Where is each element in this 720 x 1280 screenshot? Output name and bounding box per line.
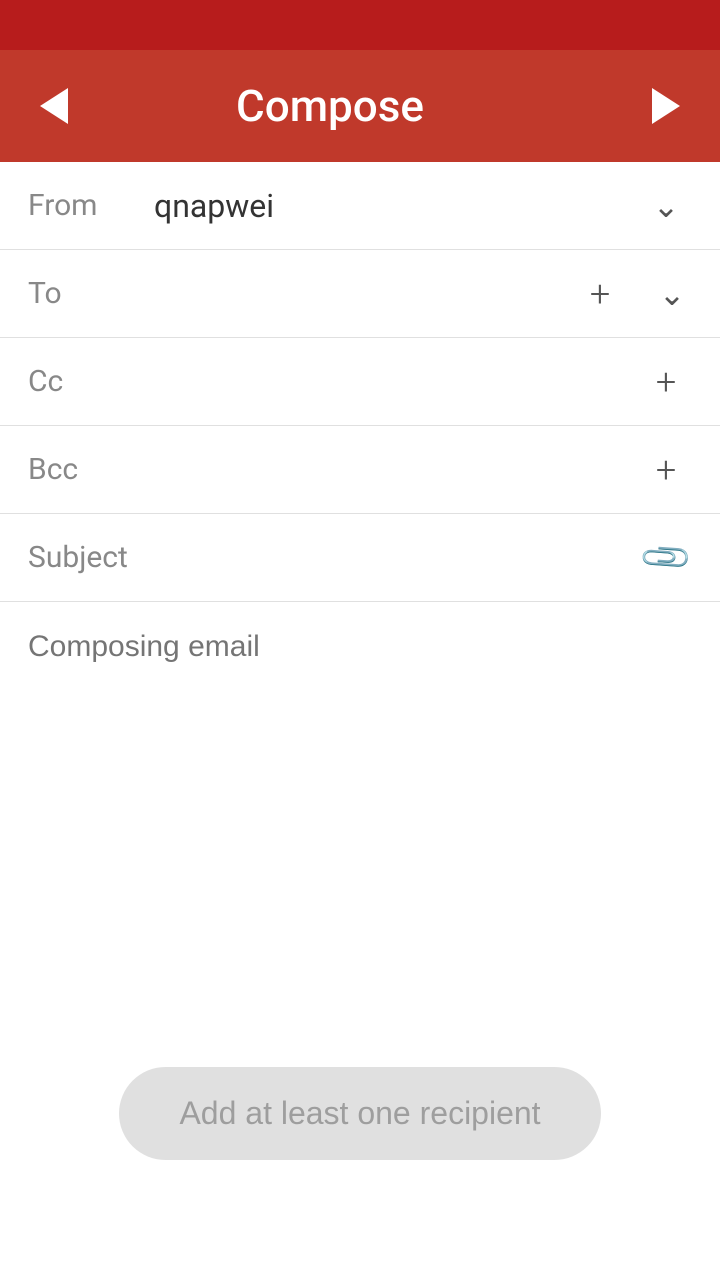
attachment-icon: 📎 — [637, 528, 695, 586]
from-dropdown-button[interactable]: ⌄ — [640, 180, 692, 232]
form-section: From qnapwei ⌄ To + ⌄ Cc + Bcc + — [0, 162, 720, 1022]
cc-label: Cc — [28, 364, 138, 399]
body-row — [0, 602, 720, 1022]
to-label: To — [28, 276, 138, 311]
plus-icon: + — [656, 452, 676, 488]
from-row: From qnapwei ⌄ — [0, 162, 720, 250]
plus-icon: + — [656, 364, 676, 400]
body-input[interactable] — [28, 630, 692, 990]
from-value: qnapwei — [138, 187, 640, 225]
bottom-area: Add at least one recipient — [0, 1047, 720, 1180]
cc-input[interactable] — [138, 363, 640, 400]
bcc-input[interactable] — [138, 451, 640, 488]
send-button[interactable] — [636, 76, 696, 136]
row-actions-to: + ⌄ — [574, 268, 698, 320]
add-recipient-button[interactable]: Add at least one recipient — [119, 1067, 600, 1160]
to-input[interactable] — [138, 275, 574, 312]
bcc-add-button[interactable]: + — [640, 444, 692, 496]
status-bar — [0, 0, 720, 50]
cc-add-button[interactable]: + — [640, 356, 692, 408]
chevron-down-icon: ⌄ — [653, 187, 680, 225]
to-dropdown-button[interactable]: ⌄ — [646, 268, 698, 320]
to-row: To + ⌄ — [0, 250, 720, 338]
from-label: From — [28, 188, 138, 223]
subject-label: Subject — [28, 540, 138, 575]
subject-row: Subject 📎 — [0, 514, 720, 602]
plus-icon: + — [590, 276, 610, 312]
toolbar-title: Compose — [24, 80, 636, 132]
cc-row: Cc + — [0, 338, 720, 426]
chevron-down-icon: ⌄ — [659, 275, 686, 313]
send-icon — [652, 88, 680, 124]
toolbar: Compose — [0, 50, 720, 162]
bcc-label: Bcc — [28, 452, 138, 487]
attachment-button[interactable]: 📎 — [640, 532, 692, 584]
subject-input[interactable] — [138, 539, 640, 576]
to-add-button[interactable]: + — [574, 268, 626, 320]
bcc-row: Bcc + — [0, 426, 720, 514]
